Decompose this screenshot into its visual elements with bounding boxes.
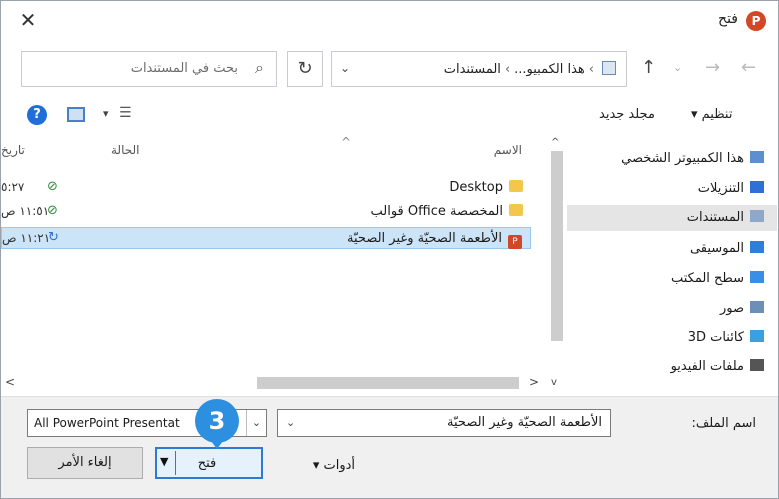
3d-objects-icon <box>750 330 764 342</box>
forward-arrow-icon[interactable]: → <box>705 57 720 78</box>
scroll-down-icon[interactable]: v <box>551 377 557 388</box>
column-header-date[interactable]: تاريخ <box>1 143 25 157</box>
search-icon: ⌕ <box>255 58 264 77</box>
scroll-up-icon[interactable]: ^ <box>551 137 559 148</box>
folder-icon <box>509 204 523 216</box>
nav-item-downloads[interactable]: التنزيلات <box>698 181 764 196</box>
search-placeholder: بحث في المستندات <box>130 61 238 76</box>
file-row-templates[interactable]: المخصصة Office قوالب ⊘ ١١:٥١ ص <box>1 201 531 223</box>
filter-dropdown-icon[interactable]: ⌄ <box>246 410 266 436</box>
desktop-icon <box>750 271 764 283</box>
up-arrow-icon[interactable]: ↑ <box>641 57 656 78</box>
cancel-button[interactable]: إلغاء الأمر <box>27 447 143 479</box>
nav-item-3d-objects[interactable]: كائنات 3D <box>688 330 764 345</box>
sync-ok-icon: ⊘ <box>47 179 58 194</box>
filename-label: اسم الملف: <box>691 416 756 431</box>
nav-item-desktop[interactable]: سطح المكتب <box>671 271 764 286</box>
organize-button[interactable]: تنظيم ▾ <box>691 107 732 122</box>
download-icon <box>750 181 764 193</box>
nav-item-pictures[interactable]: صور <box>720 301 764 316</box>
file-list <box>1 134 557 396</box>
file-date: ٥:٢٧ <box>1 180 25 194</box>
file-name: الأطعمة الصحيّة وغير الصحيّة <box>347 231 502 246</box>
new-folder-button[interactable]: مجلد جديد <box>599 107 655 122</box>
documents-icon <box>750 210 764 222</box>
horizontal-scroll-thumb[interactable] <box>257 377 519 389</box>
open-button[interactable]: فتح ▼ <box>155 447 263 479</box>
filename-dropdown-icon[interactable]: ⌄ <box>286 416 295 429</box>
nav-item-music[interactable]: الموسيقى <box>690 241 764 256</box>
computer-icon <box>750 151 764 163</box>
powerpoint-icon: P <box>746 11 766 31</box>
nav-item-videos[interactable]: ملفات الفيديو <box>671 359 764 374</box>
scroll-left-icon[interactable]: < <box>5 375 15 389</box>
refresh-button[interactable]: ↻ <box>287 51 323 87</box>
file-date: ١١:٥١ ص <box>1 204 50 218</box>
folder-icon <box>509 180 523 192</box>
music-icon <box>750 241 764 253</box>
preview-pane-icon[interactable] <box>67 107 85 122</box>
file-row-selected[interactable]: Pالأطعمة الصحيّة وغير الصحيّة ↻ ١١:٢١ ص <box>1 227 531 249</box>
back-arrow-icon[interactable]: ← <box>741 57 756 78</box>
view-options-icon[interactable]: ☰ <box>119 105 132 121</box>
file-name: المخصصة Office قوالب <box>370 204 504 219</box>
sort-caret-icon: ^ <box>341 135 352 149</box>
breadcrumb-item-documents[interactable]: المستندات <box>444 62 501 77</box>
filename-value: الأطعمة الصحيّة وغير الصحيّة <box>447 415 602 430</box>
filter-value: All PowerPoint Presentat <box>34 416 180 430</box>
title-bar <box>1 1 778 41</box>
open-dialog: ✕ فتح P بحث في المستندات ⌕ ↻ ⌄ ›هذا الكم… <box>0 0 779 499</box>
pptx-file-icon: P <box>508 235 522 249</box>
video-icon <box>750 359 764 371</box>
file-row-desktop[interactable]: Desktop ⊘ ٥:٢٧ <box>1 177 531 199</box>
file-name: Desktop <box>449 180 503 195</box>
column-header-status[interactable]: الحالة <box>111 143 139 157</box>
scroll-right-icon[interactable]: > <box>529 375 539 389</box>
tools-button[interactable]: أدوات ▾ <box>283 453 355 479</box>
file-date: ١١:٢١ ص <box>2 231 51 245</box>
pictures-icon <box>750 301 764 313</box>
open-button-label: فتح <box>197 456 217 471</box>
computer-icon <box>602 61 616 75</box>
nav-item-this-pc[interactable]: هذا الكمبيوتر الشخصي <box>621 151 764 166</box>
open-dropdown-icon[interactable]: ▼ <box>160 455 168 468</box>
breadcrumb: ›هذا الكمبيو...›المستندات <box>444 61 616 77</box>
breadcrumb-item-pc[interactable]: هذا الكمبيو... <box>514 62 585 77</box>
address-dropdown-icon[interactable]: ⌄ <box>340 61 350 75</box>
filename-input[interactable]: الأطعمة الصحيّة وغير الصحيّة ⌄ <box>277 409 611 437</box>
refresh-icon: ↻ <box>297 58 313 79</box>
close-icon[interactable]: ✕ <box>15 7 41 33</box>
dialog-title: فتح <box>718 11 738 27</box>
recent-dropdown-icon[interactable]: ⌄ <box>673 61 682 74</box>
column-header-name[interactable]: الاسم <box>494 143 522 157</box>
address-bar[interactable]: ⌄ ›هذا الكمبيو...›المستندات <box>331 51 627 87</box>
open-split-divider <box>175 451 176 475</box>
step-badge-pointer <box>208 437 226 449</box>
search-input[interactable]: بحث في المستندات ⌕ <box>21 51 277 87</box>
view-dropdown-icon[interactable]: ▾ <box>103 107 109 120</box>
vertical-scroll-thumb[interactable] <box>551 151 563 341</box>
help-icon[interactable]: ? <box>27 105 47 125</box>
navigation-pane <box>567 134 777 396</box>
nav-item-documents[interactable]: المستندات <box>687 210 764 225</box>
